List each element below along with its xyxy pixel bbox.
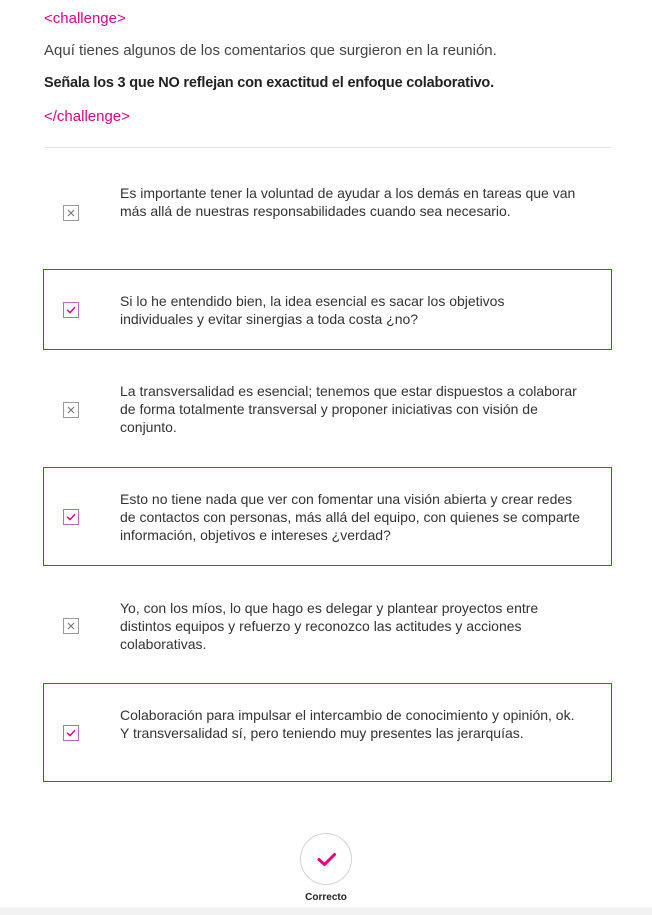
option-text: Si lo he entendido bien, la idea esencia…: [120, 293, 505, 327]
x-icon: [67, 622, 75, 630]
option-checkbox[interactable]: [63, 302, 79, 318]
check-icon: [66, 729, 76, 737]
submit-label: Correcto: [305, 892, 347, 903]
option-5[interactable]: Yo, con los míos, lo que hago es delegar…: [43, 586, 612, 664]
submit-button[interactable]: [300, 833, 352, 885]
option-text: Colaboración para impulsar el intercambi…: [120, 707, 575, 741]
option-2[interactable]: Si lo he entendido bien, la idea esencia…: [43, 269, 612, 350]
check-icon: [66, 306, 76, 314]
option-4[interactable]: Esto no tiene nada que ver con fomentar …: [43, 467, 612, 566]
challenge-close-tag: </challenge>: [44, 108, 130, 125]
option-checkbox[interactable]: [63, 205, 79, 221]
x-icon: [67, 209, 75, 217]
option-text: Es importante tener la voluntad de ayuda…: [120, 185, 576, 219]
check-icon: [66, 513, 76, 521]
option-text: La transversalidad es esencial; tenemos …: [120, 383, 577, 435]
option-checkbox[interactable]: [63, 618, 79, 634]
option-text: Yo, con los míos, lo que hago es delegar…: [120, 600, 539, 652]
intro-text: Aquí tienes algunos de los comentarios q…: [44, 42, 497, 59]
option-checkbox[interactable]: [63, 725, 79, 741]
option-6[interactable]: Colaboración para impulsar el intercambi…: [43, 683, 612, 782]
footer-bar: [0, 907, 652, 915]
divider: [44, 147, 611, 148]
x-icon: [67, 406, 75, 414]
option-3[interactable]: La transversalidad es esencial; tenemos …: [43, 370, 612, 448]
instruction-text: Señala los 3 que NO reflejan con exactit…: [44, 75, 494, 91]
option-1[interactable]: Es importante tener la voluntad de ayuda…: [43, 172, 612, 250]
option-text: Esto no tiene nada que ver con fomentar …: [120, 491, 580, 543]
option-checkbox[interactable]: [63, 402, 79, 418]
check-icon: [317, 853, 336, 866]
option-checkbox[interactable]: [63, 509, 79, 525]
challenge-open-tag: <challenge>: [44, 10, 126, 27]
